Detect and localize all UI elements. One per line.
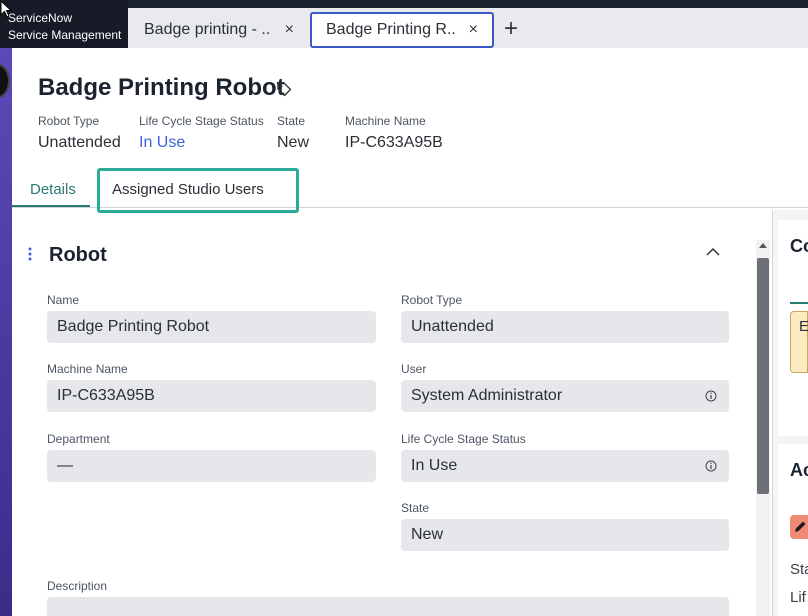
info-icon[interactable] — [705, 390, 717, 402]
field-value: IP-C633A95B — [57, 387, 155, 404]
chevron-up-icon[interactable] — [705, 246, 721, 258]
machine-name-field[interactable]: IP-C633A95B — [47, 380, 376, 412]
field-label-robot-type: Robot Type — [401, 293, 463, 307]
app-brand[interactable]: ServiceNow Service Management — [0, 0, 128, 48]
meta-label: Life Cycle Stage Status — [139, 114, 264, 128]
meta-label: Robot Type — [38, 114, 100, 128]
brand-product: Service Management — [8, 28, 122, 42]
meta-label: Machine Name — [345, 114, 426, 128]
meta-value: New — [277, 134, 310, 151]
add-tab-button[interactable]: + — [504, 14, 518, 44]
field-label-user: User — [401, 362, 427, 376]
scrollbar-thumb[interactable] — [757, 258, 769, 494]
field-label-name: Name — [47, 293, 80, 307]
info-icon[interactable] — [705, 460, 717, 472]
meta-state: State New — [277, 114, 309, 152]
field-value: New — [411, 526, 444, 543]
tab-badge-printing[interactable]: Badge printing - ... × — [130, 12, 308, 48]
active-tab-indicator — [12, 205, 90, 207]
meta-value: Unattended — [38, 134, 121, 151]
department-field[interactable]: — — [47, 450, 376, 482]
sidebar-card-title: Co — [790, 236, 808, 256]
meta-lifecycle-status: Life Cycle Stage Status In Use — [139, 114, 264, 152]
sidebar-tab-indicator — [790, 302, 808, 304]
field-value: Badge Printing Robot — [57, 318, 210, 335]
browser-tab-bar: ServiceNow Service Management Badge prin… — [0, 0, 808, 48]
field-label-machine-name: Machine Name — [47, 362, 128, 376]
field-value: — — [57, 457, 73, 474]
page-title: Badge Printing Robot — [38, 74, 285, 101]
sidebar-notice-text: E — [799, 318, 808, 335]
field-label-lifecycle: Life Cycle Stage Status — [401, 432, 526, 446]
brand-name: ServiceNow — [8, 11, 73, 25]
meta-value-link[interactable]: In Use — [139, 134, 264, 152]
lifecycle-status-field[interactable]: In Use — [401, 450, 729, 482]
edit-button[interactable] — [790, 515, 808, 539]
close-icon[interactable]: × — [285, 21, 294, 39]
meta-robot-type: Robot Type Unattended — [38, 114, 121, 152]
meta-machine-name: Machine Name IP-C633A95B — [345, 114, 443, 152]
left-nav-rail — [0, 48, 12, 616]
user-field[interactable]: System Administrator — [401, 380, 729, 412]
sidebar-card-title: Ac — [790, 460, 808, 480]
meta-label: State — [277, 114, 306, 128]
drag-handle-icon[interactable] — [27, 246, 33, 262]
tag-icon[interactable] — [276, 81, 292, 97]
close-icon[interactable]: × — [469, 21, 478, 39]
state-field[interactable]: New — [401, 519, 729, 551]
highlight-box — [97, 168, 299, 213]
field-value: In Use — [411, 457, 458, 474]
robot-type-field[interactable]: Unattended — [401, 311, 729, 343]
description-field[interactable] — [47, 597, 729, 616]
sidebar-row-label: Lif — [790, 589, 806, 606]
tab-label: Badge printing - ... — [144, 21, 271, 38]
section-title: Robot — [49, 244, 107, 266]
sidebar-row-label: Sta — [790, 561, 808, 578]
field-label-department: Department — [47, 432, 110, 446]
tab-badge-printing-robot-active[interactable]: Badge Printing R... × — [310, 12, 494, 48]
name-field[interactable]: Badge Printing Robot — [47, 311, 376, 343]
field-value: Unattended — [411, 318, 494, 335]
field-value: System Administrator — [411, 387, 563, 404]
tab-details[interactable]: Details — [30, 181, 76, 198]
field-label-description: Description — [47, 579, 108, 593]
tab-label: Badge Printing R... — [326, 21, 455, 38]
meta-value: IP-C633A95B — [345, 134, 443, 151]
scroll-up-arrow-icon[interactable] — [759, 242, 767, 248]
field-label-state: State — [401, 501, 430, 515]
pencil-icon — [795, 521, 806, 532]
mouse-cursor-icon — [0, 0, 13, 18]
